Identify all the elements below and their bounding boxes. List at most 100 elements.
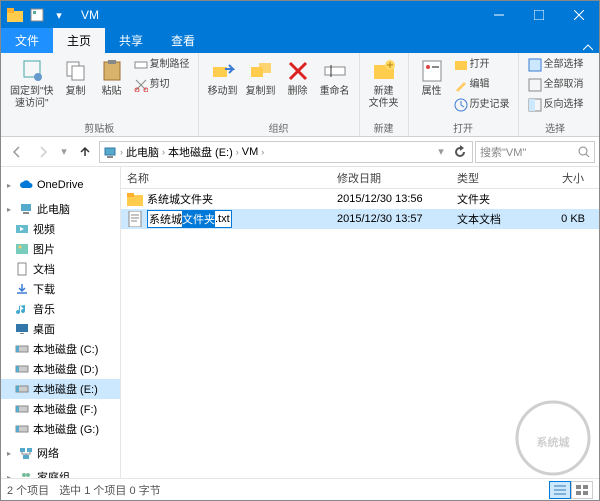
cloud-icon [19,178,33,192]
sidebar-item[interactable]: 本地磁盘 (C:) [1,339,120,359]
sidebar-item-label: 网络 [37,445,59,461]
breadcrumb-crumb[interactable]: 本地磁盘 (E:) [167,144,234,160]
rename-input[interactable]: 系统城文件夹.txt [147,210,232,228]
breadcrumb-dropdown-icon[interactable]: ▾ [432,140,450,164]
rename-button[interactable]: 重命名 [317,55,353,100]
moveto-button[interactable]: 移动到 [205,55,241,100]
sidebar-item[interactable]: ▸家庭组 [1,467,120,478]
paste-button[interactable]: 粘贴 [95,55,129,100]
chevron-right-icon[interactable]: › [118,147,125,157]
properties-button[interactable]: 属性 [415,55,449,100]
select-all-button[interactable]: 全部选择 [525,55,586,75]
cut-button[interactable]: 剪切 [131,75,192,95]
tab-share[interactable]: 共享 [105,28,157,53]
recent-dropdown-icon[interactable]: ▾ [57,140,71,164]
sidebar-item[interactable]: 桌面 [1,319,120,339]
delete-button[interactable]: 删除 [281,55,315,100]
sidebar-item[interactable]: 本地磁盘 (D:) [1,359,120,379]
delete-icon [284,57,312,85]
history-icon [453,97,469,113]
disk-icon [15,342,29,356]
maximize-button[interactable] [519,1,559,29]
copy-button[interactable]: 复制 [59,55,93,100]
pin-quickaccess-button[interactable]: 固定到"快 速访问" [7,55,57,112]
address-bar: ▾ › 此电脑 › 本地磁盘 (E:) › VM › ▾ 搜索"VM" [1,137,599,167]
col-date[interactable]: 修改日期 [331,170,451,186]
ribbon-tabs: 文件 主页 共享 查看 [1,29,599,53]
network-icon [19,446,33,460]
search-icon [578,146,590,158]
pc-icon [19,202,33,216]
col-name[interactable]: 名称 [121,170,331,186]
tab-home[interactable]: 主页 [53,28,105,53]
select-none-button[interactable]: 全部取消 [525,75,586,95]
details-view-button[interactable] [549,481,571,499]
file-rows[interactable]: 系统城文件夹2015/12/30 13:56文件夹系统城文件夹.txt2015/… [121,189,599,478]
sidebar-item-label: 图片 [33,241,55,257]
view-buttons [549,481,593,499]
icons-view-button[interactable] [571,481,593,499]
content-area: ▸OneDrive ▸此电脑视频图片文档下载音乐桌面本地磁盘 (C:) 本地磁盘 (… [1,167,599,478]
sidebar-item-label: 视频 [33,221,55,237]
history-button[interactable]: 历史记录 [451,95,512,115]
sidebar-item[interactable]: 本地磁盘 (F:) [1,399,120,419]
search-input[interactable]: 搜索"VM" [475,141,595,163]
sidebar-item[interactable]: ▸OneDrive [1,175,120,195]
breadcrumb[interactable]: › 此电脑 › 本地磁盘 (E:) › VM › ▾ [99,141,473,163]
tab-file[interactable]: 文件 [1,28,53,53]
sidebar-item-label: 本地磁盘 (D:) [33,361,98,377]
close-button[interactable] [559,1,599,29]
window-controls [479,1,599,29]
sidebar-item[interactable]: 图片 [1,239,120,259]
open-button[interactable]: 打开 [451,55,512,75]
tab-view[interactable]: 查看 [157,28,209,53]
breadcrumb-crumb[interactable]: 此电脑 [125,144,160,160]
selectinvert-icon [527,97,543,113]
sidebar-item[interactable]: 下载 [1,279,120,299]
ribbon-group-label: 剪贴板 [84,119,114,136]
nav-sidebar[interactable]: ▸OneDrive ▸此电脑视频图片文档下载音乐桌面本地磁盘 (C:) 本地磁盘 (… [1,167,121,478]
copyto-button[interactable]: 复制到 [243,55,279,100]
file-list-area: 名称 修改日期 类型 大小 系统城文件夹2015/12/30 13:56文件夹系… [121,167,599,478]
select-invert-button[interactable]: 反向选择 [525,95,586,115]
window-title: VM [81,8,99,22]
breadcrumb-pc-icon[interactable] [102,145,118,159]
qat-dropdown-icon[interactable]: ▾ [49,5,69,25]
sidebar-item[interactable]: 本地磁盘 (E:) [1,379,120,399]
open-icon [453,57,469,73]
sidebar-item[interactable]: 本地磁盘 (G:) [1,419,120,439]
status-selection: 选中 1 个项目 0 字节 [59,482,160,498]
sidebar-item[interactable]: ▸网络 [1,443,120,463]
back-button[interactable] [5,140,29,164]
video-icon [15,222,29,236]
file-row[interactable]: 系统城文件夹.txt2015/12/30 13:57文本文档0 KB [121,209,599,229]
ribbon-toggle-icon[interactable] [577,43,599,53]
sidebar-item[interactable]: ▸此电脑 [1,199,120,219]
chevron-right-icon[interactable]: › [160,147,167,157]
copy-path-button[interactable]: 复制路径 [131,55,192,75]
minimize-button[interactable] [479,1,519,29]
quick-access-toolbar: ▾ [1,5,73,25]
forward-button[interactable] [31,140,55,164]
edit-icon [453,77,469,93]
refresh-button[interactable] [450,140,470,164]
sidebar-item[interactable]: 文档 [1,259,120,279]
col-type[interactable]: 类型 [451,170,531,186]
paste-icon [98,57,126,85]
col-size[interactable]: 大小 [531,170,591,186]
status-count: 2 个项目 [7,482,49,498]
chevron-right-icon[interactable]: › [259,147,266,157]
up-button[interactable] [73,140,97,164]
folder-app-icon [5,5,25,25]
sidebar-item-label: 文档 [33,261,55,277]
new-folder-button[interactable]: 新建 文件夹 [366,55,402,112]
docs-icon [15,262,29,276]
sidebar-item[interactable]: 视频 [1,219,120,239]
sidebar-item[interactable]: 音乐 [1,299,120,319]
edit-button[interactable]: 编辑 [451,75,512,95]
qat-properties-icon[interactable] [27,5,47,25]
ribbon-group-new: 新建 文件夹 新建 [360,53,409,136]
chevron-right-icon[interactable]: › [234,147,241,157]
file-row[interactable]: 系统城文件夹2015/12/30 13:56文件夹 [121,189,599,209]
breadcrumb-crumb[interactable]: VM [241,146,260,158]
